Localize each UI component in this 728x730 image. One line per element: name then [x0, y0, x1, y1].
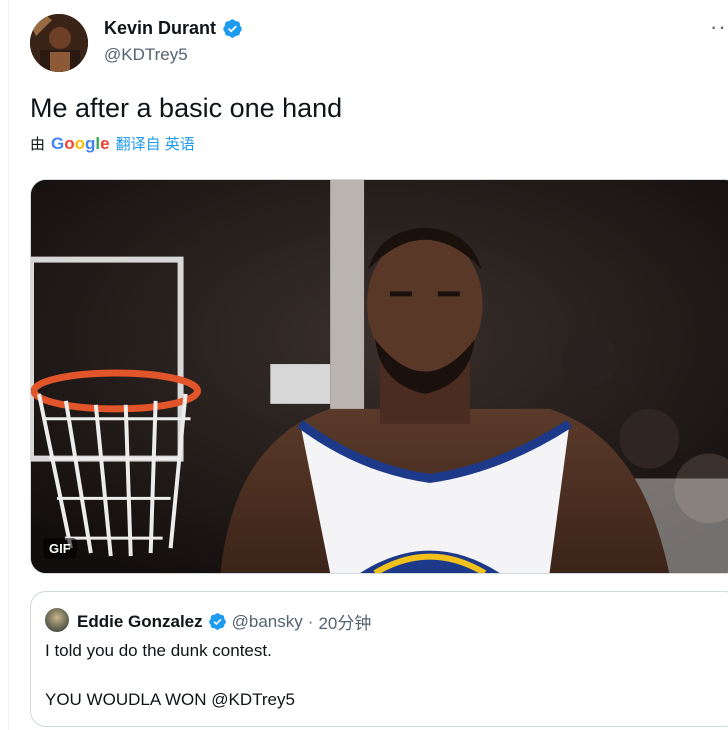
- more-options-icon[interactable]: ···: [710, 16, 728, 38]
- google-logo: Google: [51, 133, 110, 153]
- verified-badge-icon: [223, 19, 242, 38]
- translation-row: 由 Google 翻译自 英语: [30, 133, 195, 154]
- author-name-text[interactable]: Kevin Durant: [104, 18, 216, 39]
- author-name[interactable]: Kevin Durant: [104, 18, 243, 39]
- quoted-tweet-header: Eddie Gonzalez @bansky · 20分钟: [77, 609, 371, 634]
- tweet-text: Me after a basic one hand: [30, 93, 343, 123]
- quoted-text-line: YOU WOUDLA WON @KDTrey5: [45, 690, 295, 709]
- tweet-media-gif[interactable]: GIF: [30, 179, 728, 574]
- quoted-text-line: I told you do the dunk contest.: [45, 641, 272, 660]
- timeline-divider: [8, 0, 9, 730]
- gif-frame: [31, 180, 728, 573]
- author-avatar[interactable]: [30, 14, 88, 72]
- verified-badge-icon: [208, 613, 226, 630]
- author-handle[interactable]: @KDTrey5: [104, 45, 188, 65]
- translation-prefix: 由: [30, 136, 46, 153]
- translate-link[interactable]: 翻译自 英语: [116, 133, 195, 154]
- quoted-tweet[interactable]: Eddie Gonzalez @bansky · 20分钟 I told you…: [30, 591, 728, 727]
- quoted-author-handle: @bansky: [231, 611, 303, 631]
- gif-badge: GIF: [43, 538, 77, 559]
- quoted-author-avatar: [45, 608, 69, 632]
- quoted-author-name: Eddie Gonzalez: [77, 611, 203, 631]
- quoted-timestamp: 20分钟: [318, 614, 372, 633]
- avatar-image: [30, 14, 88, 72]
- quoted-separator: ·: [307, 611, 314, 631]
